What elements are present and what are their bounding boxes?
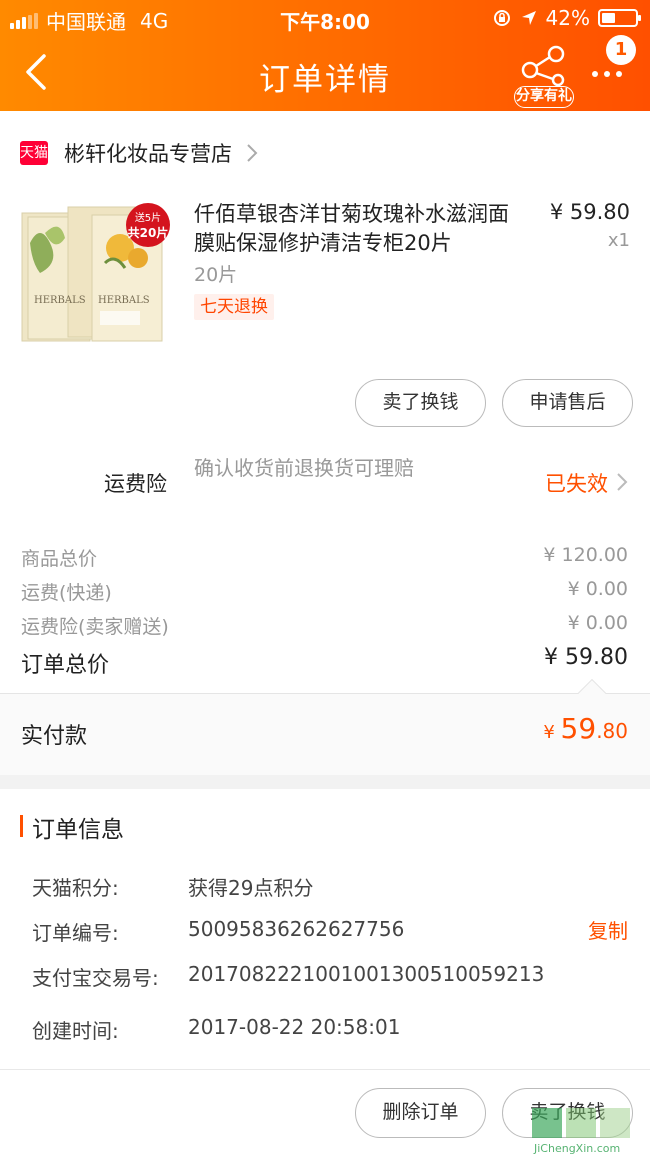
product-price: ¥ 59.80 [549,200,630,224]
battery-icon [598,9,641,27]
return-policy-tag: 七天退换 [194,294,274,320]
fee-label-insurance: 运费险(卖家赠送) [21,616,169,638]
insurance-status[interactable]: 已失效 [545,468,608,498]
order-total-label: 订单总价 [21,653,110,678]
paid-value: ¥ 59.80 [543,712,628,745]
info-label-alipay-no: 支付宝交易号: [32,966,159,990]
more-icon[interactable] [592,62,632,86]
product-quantity: x1 [607,230,630,251]
chevron-right-icon[interactable] [616,472,628,492]
share-icon [521,45,565,87]
product-sku: 20片 [194,264,238,286]
fee-value-shipping: ¥ 0.00 [567,578,628,600]
status-bar: 中国联通 4G 下午8:00 42% [0,0,650,36]
delete-order-button[interactable]: 删除订单 [355,1088,486,1138]
battery-text: 42% [545,6,590,30]
info-value-order-no: 500958362626277​56 [188,917,405,941]
shop-row[interactable]: 天猫 彬轩化妆品专营店 [20,138,258,168]
fee-label-goods: 商品总价 [21,548,98,570]
share-label: 分享有礼 [514,86,574,108]
insurance-desc: 确认收货前退换货可理赔 [194,456,414,480]
apply-after-sale-button[interactable]: 申请售后 [502,379,633,427]
svg-text:JiChengXin.com: JiChengXin.com [533,1142,620,1155]
svg-text:共20片: 共20片 [128,225,169,240]
svg-text:送5片: 送5片 [135,211,161,224]
status-right: 42% [492,6,641,30]
fee-label-shipping: 运费(快递) [21,582,112,604]
paid-amount-row: 实付款 ¥ 59.80 [0,678,650,775]
info-label-created: 创建时间: [32,1019,119,1043]
info-label-order-no: 订单编号: [32,921,119,945]
info-value-created: 2017-08-22 20:58:01 [188,1015,401,1039]
info-label-points: 天猫积分: [32,876,119,900]
info-value-points: 获得29点积分 [188,876,314,900]
paid-currency: ¥ [543,722,561,743]
fee-value-goods: ¥ 120.00 [543,544,628,566]
rotation-lock-icon [493,10,510,26]
paid-decimal: .80 [596,719,628,743]
order-card: 天猫 彬轩化妆品专营店 HERBALS HERBALS 送5片 共20片 仟佰草… [0,111,650,775]
svg-text:HERBALS: HERBALS [98,295,150,306]
chevron-right-icon [247,144,258,162]
info-value-alipay-no: 2017082221001001300510059213 [188,962,545,986]
order-info-title: 订单信息 [32,817,124,843]
share-button[interactable]: 分享有礼 [512,42,576,108]
shop-name: 彬轩化妆品专营店 [64,142,232,166]
notification-badge: 1 [606,35,636,65]
app-header: 中国联通 4G 下午8:00 42% 订单详情 分享有礼 1 [0,0,650,111]
product-image[interactable]: HERBALS HERBALS 送5片 共20片 [20,203,175,343]
sell-exchange-button[interactable]: 卖了换钱 [355,379,486,427]
location-icon [521,11,536,25]
svg-text:HERBALS: HERBALS [34,295,86,306]
order-total-value: ¥ 59.80 [544,645,628,670]
watermark-logo: JiChengXin.com [532,1108,630,1155]
order-info-section: 订单信息 天猫积分: 获得29点积分 订单编号: 500958362626277… [0,789,650,1069]
product-title[interactable]: 仟佰草银杏洋甘菊玫瑰补水滋润面膜贴保湿修护清洁专柜20片 [194,200,529,258]
paid-integer: 59 [560,712,597,745]
section-accent-bar [20,815,23,837]
tmall-logo: 天猫 [20,141,48,165]
nav-bar: 订单详情 分享有礼 1 [0,35,650,111]
copy-button[interactable]: 复制 [588,915,628,944]
paid-label: 实付款 [21,724,88,749]
insurance-label: 运费险 [104,472,167,496]
fee-value-insurance: ¥ 0.00 [567,612,628,634]
